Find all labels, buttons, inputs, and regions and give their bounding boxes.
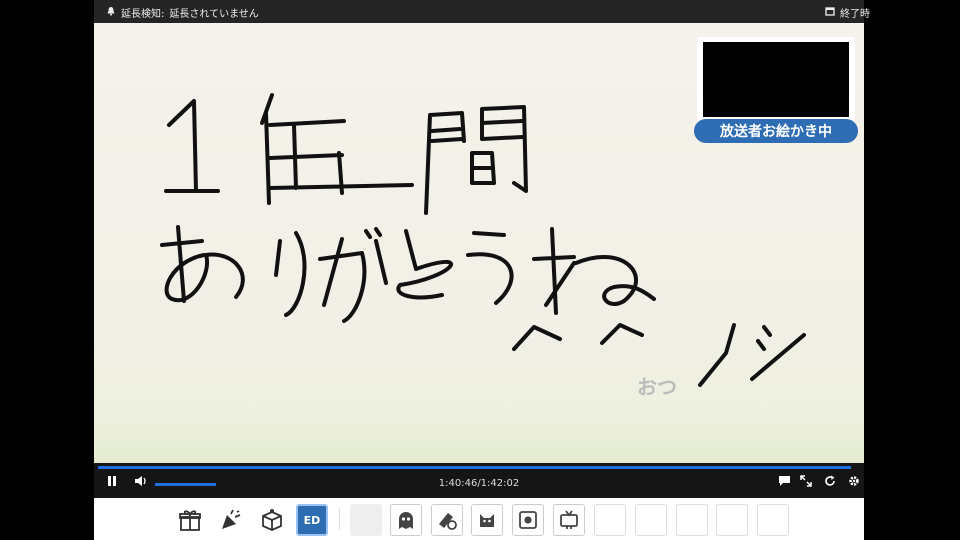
stroke-ri: [274, 231, 307, 317]
box-icon[interactable]: [256, 504, 288, 536]
empty-slot[interactable]: [594, 504, 626, 536]
broadcaster-camera[interactable]: [697, 37, 855, 127]
end-time-info: 終了時: [825, 5, 870, 20]
tv-icon[interactable]: [553, 504, 585, 536]
stroke-a: [160, 225, 245, 303]
stroke-ne: [532, 227, 656, 315]
playback-time: 1:40:46/1:42:02: [438, 478, 520, 489]
eraser-icon[interactable]: [431, 504, 463, 536]
empty-slot[interactable]: [635, 504, 667, 536]
stroke-u: [466, 231, 514, 305]
player-controls: 1:40:46/1:42:02: [94, 463, 864, 498]
ghost-icon[interactable]: [390, 504, 422, 536]
stroke-aida: [424, 105, 528, 215]
fullscreen-icon[interactable]: [800, 475, 812, 491]
toolbar-divider: [339, 508, 340, 530]
ed-button[interactable]: ED: [296, 504, 328, 536]
gift-toolbar: ED: [94, 498, 864, 540]
stroke-shi: [750, 325, 806, 381]
blank-icon[interactable]: [350, 504, 382, 536]
gift-icon[interactable]: [174, 504, 206, 536]
empty-slot[interactable]: [757, 504, 789, 536]
ed-label: ED: [303, 513, 321, 527]
otsu-stamp: おつ: [637, 375, 677, 399]
stroke-nen: [260, 93, 414, 205]
stroke-no: [698, 323, 736, 387]
top-info-bar: 延長検知: 延長されていません 終了時: [94, 0, 870, 23]
drawing-status-badge: 放送者お絵かき中: [694, 119, 858, 143]
empty-slot[interactable]: [716, 504, 748, 536]
extension-status: 延長されていません: [169, 9, 259, 20]
record-icon[interactable]: [512, 504, 544, 536]
extension-label: 延長検知:: [121, 9, 165, 20]
stroke-ga: [318, 227, 388, 323]
empty-slot[interactable]: [676, 504, 708, 536]
video-area[interactable]: おつ 放送者お絵かき中: [94, 23, 864, 463]
comment-icon[interactable]: [778, 475, 791, 491]
stroke-one: [164, 99, 220, 193]
cat-icon[interactable]: [471, 504, 503, 536]
extension-info: 延長検知: 延長されていません: [106, 5, 259, 20]
bell-icon: [106, 6, 116, 19]
stroke-to: [396, 229, 453, 300]
settings-gear-icon[interactable]: [848, 475, 860, 491]
reload-icon[interactable]: [824, 475, 836, 491]
camera-feed: [703, 42, 849, 117]
stroke-caret2: [600, 323, 644, 345]
end-time-label: 終了時: [840, 9, 870, 20]
calendar-icon: [825, 6, 835, 19]
stroke-caret1: [512, 325, 562, 351]
party-popper-icon[interactable]: [215, 504, 247, 536]
seek-bar[interactable]: [98, 466, 851, 469]
